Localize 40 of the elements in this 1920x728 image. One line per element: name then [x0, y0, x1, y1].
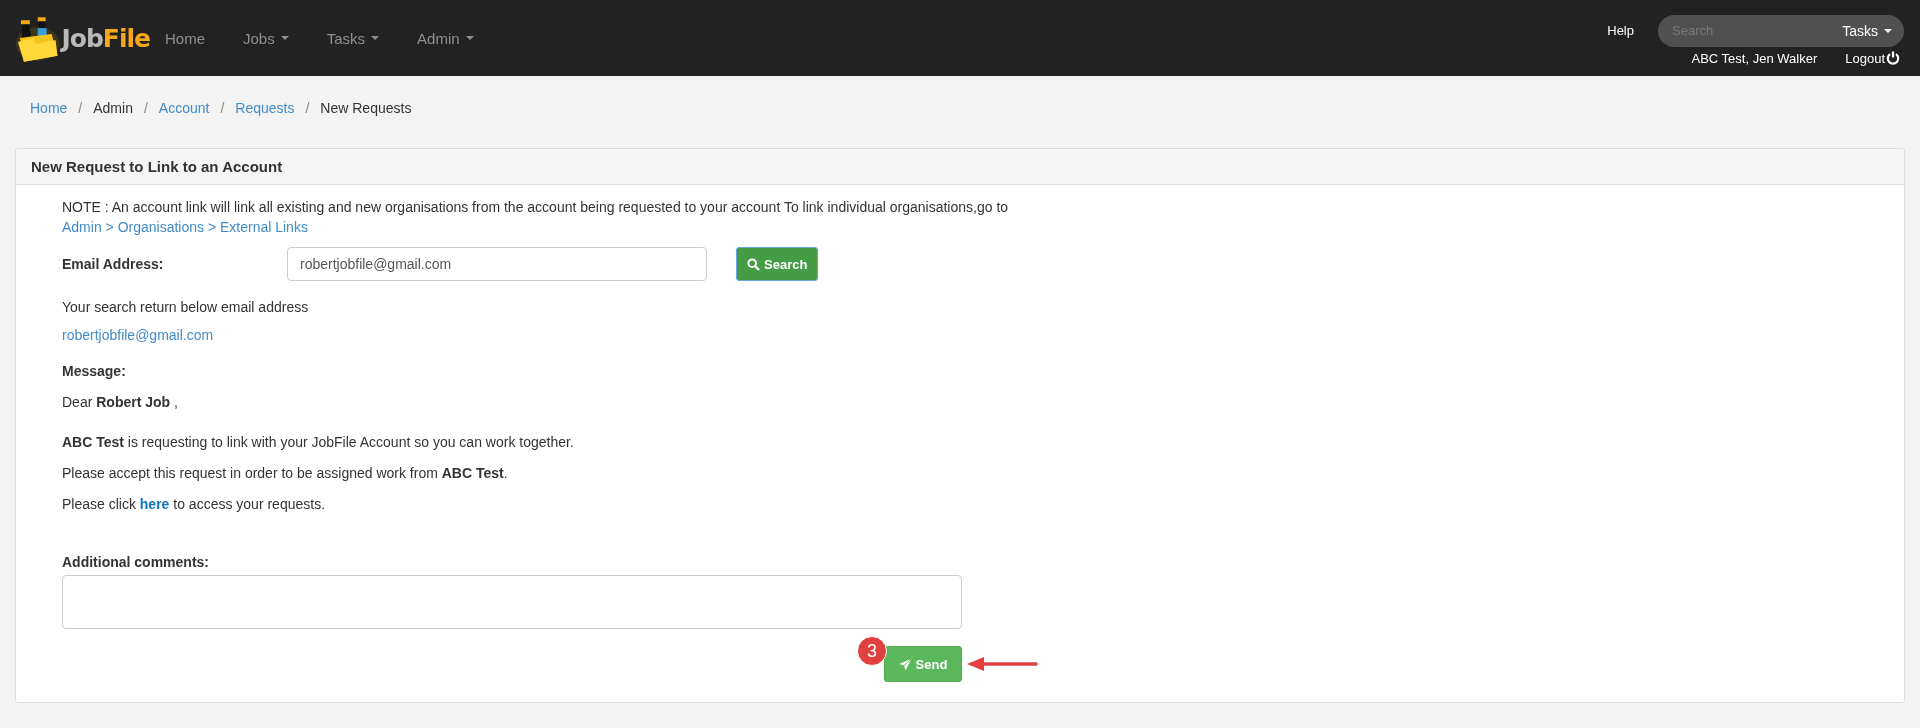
email-label: Email Address:	[62, 256, 165, 272]
nav-menu-item[interactable]: Home	[150, 29, 220, 47]
comments-label: Additional comments:	[62, 554, 210, 570]
message-text: Dear Robert Job ,	[62, 393, 179, 412]
message-label: Message:	[62, 362, 127, 381]
email-result-link[interactable]: robertjobfile@gmail.com	[62, 327, 214, 343]
breadcrumb-separator: /	[142, 100, 149, 116]
breadcrumb-link[interactable]: Account	[158, 100, 210, 116]
note-text: NOTE : An account link will link all existing and new organisations from the account being requested to your account To link individual organisations,go to Admin > Organisations > External Links	[62, 198, 1010, 237]
email-input-field[interactable]: robertjobfile@gmail.com	[287, 247, 707, 281]
paper-plane-icon	[898, 657, 912, 671]
search-scope-dropdown[interactable]: Tasks	[1842, 22, 1892, 39]
message-text: Please accept this request in order to be assigned work from ABC Test.	[62, 464, 509, 483]
external-links-link[interactable]: Admin > Organisations > External Links	[62, 219, 308, 235]
breadcrumb-item: New Requests	[320, 100, 412, 116]
nav-menu-item[interactable]: Tasks	[311, 29, 395, 47]
breadcrumb-link[interactable]: Requests	[235, 100, 295, 116]
user-name: ABC Test, Jen Walker	[1691, 50, 1818, 66]
breadcrumb-item: Admin	[93, 100, 133, 116]
breadcrumb-separator: /	[219, 100, 226, 116]
logout-link[interactable]: Logout	[1845, 50, 1900, 66]
send-button[interactable]: Send	[884, 646, 962, 682]
step-badge: 3	[857, 636, 887, 666]
search-button[interactable]: Search	[736, 247, 819, 281]
search-icon	[747, 257, 760, 271]
breadcrumb-separator: /	[304, 100, 311, 116]
panel-title: New Request to Link to an Account	[16, 149, 1904, 185]
search-result-text: Your search return below email address	[62, 299, 310, 315]
power-icon	[1886, 51, 1900, 65]
here-link[interactable]: here	[139, 496, 170, 512]
nav-menu-item[interactable]: Jobs	[228, 29, 304, 47]
pointer-arrow	[966, 655, 1038, 673]
brand-logo-text[interactable]: JobFile	[61, 23, 150, 53]
help-link[interactable]: Help	[1607, 23, 1634, 38]
message-text: Please click here to access your requests.	[62, 495, 327, 514]
breadcrumb-link[interactable]: Home	[30, 100, 68, 116]
folder-workers-icon[interactable]	[16, 14, 62, 62]
message-text: ABC Test is requesting to link with your JobFile Account so you can work together.	[62, 433, 575, 452]
breadcrumb-separator: /	[77, 100, 84, 116]
nav-menu-item[interactable]: Admin	[402, 29, 489, 47]
